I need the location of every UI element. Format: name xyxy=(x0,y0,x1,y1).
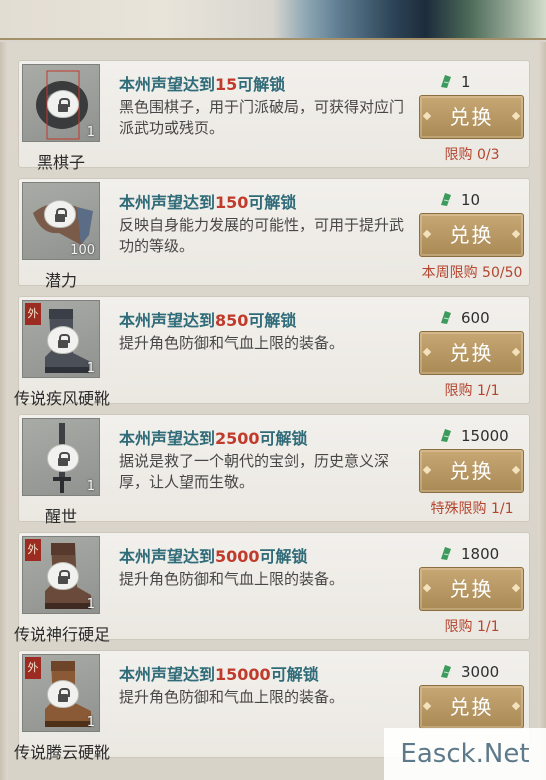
shop-item-row: 1 黑棋子 本州声望达到15可解锁 黑色围棋子，用于门派破局，可获得对应门派武功… xyxy=(18,60,530,172)
shop-item-row: 1 醒世 本州声望达到2500可解锁 据说是救了一个朝代的宝剑，历史意义深厚，让… xyxy=(18,414,530,526)
unlock-requirement: 本州声望达到15可解锁 xyxy=(119,75,286,94)
jade-ticket-icon xyxy=(441,311,451,324)
item-quantity: 1 xyxy=(86,597,95,612)
item-description: 黑色围棋子，用于门派破局，可获得对应门派武功或残页。 xyxy=(119,98,405,137)
jade-ticket-icon xyxy=(441,665,451,678)
panel-right-edge xyxy=(538,42,546,780)
item-description: 据说是救了一个朝代的宝剑，历史意义深厚，让人望而生敬。 xyxy=(119,452,390,491)
tier-badge: 外 xyxy=(25,657,41,679)
exchange-button[interactable]: 兑换 xyxy=(419,331,524,375)
lock-icon xyxy=(48,445,78,471)
tier-badge: 外 xyxy=(25,303,41,325)
item-price: 600 xyxy=(439,309,529,327)
item-icon-slot[interactable]: 外 1 xyxy=(22,536,100,614)
jade-ticket-icon xyxy=(441,193,451,206)
purchase-limit: 特殊限购 1/1 xyxy=(430,501,514,517)
top-scene-banner xyxy=(0,0,546,40)
item-icon-slot[interactable]: 100 xyxy=(22,182,100,260)
item-name: 传说疾风硬靴 xyxy=(13,389,110,408)
exchange-button[interactable]: 兑换 xyxy=(419,213,524,257)
purchase-limit: 本周限购 50/50 xyxy=(421,265,523,281)
item-price: 10 xyxy=(439,191,529,209)
purchase-limit: 限购 1/1 xyxy=(444,619,500,635)
item-description: 提升角色防御和气血上限的装备。 xyxy=(119,570,345,588)
lock-icon xyxy=(48,563,78,589)
watermark: Easck.Net xyxy=(384,728,546,780)
lock-icon xyxy=(45,201,75,227)
exchange-button[interactable]: 兑换 xyxy=(419,449,524,493)
unlock-requirement: 本州声望达到850可解锁 xyxy=(119,311,297,330)
item-name: 传说腾云硬靴 xyxy=(13,743,110,762)
item-icon-slot[interactable]: 1 xyxy=(22,64,100,142)
item-icon-slot[interactable]: 外 1 xyxy=(22,654,100,732)
exchange-button[interactable]: 兑换 xyxy=(419,685,524,729)
shop-item-row: 外 1 传说疾风硬靴 本州声望达到850可解锁 提升角色防御和气血上限的装备。 … xyxy=(14,296,530,408)
exchange-button[interactable]: 兑换 xyxy=(419,95,524,139)
item-price: 1800 xyxy=(439,545,529,563)
item-name: 潜力 xyxy=(44,271,77,290)
purchase-limit: 限购 1/1 xyxy=(444,383,500,399)
item-quantity: 1 xyxy=(86,479,95,494)
shop-item-row: 100 潜力 本州声望达到150可解锁 反映自身能力发展的可能性，可用于提升武功… xyxy=(18,178,530,290)
unlock-requirement: 本州声望达到2500可解锁 xyxy=(119,429,308,448)
jade-ticket-icon xyxy=(441,75,451,88)
lock-icon xyxy=(48,681,78,707)
unlock-requirement: 本州声望达到150可解锁 xyxy=(119,193,297,212)
item-name: 传说神行硬足 xyxy=(13,625,110,644)
tier-badge: 外 xyxy=(25,539,41,561)
item-name: 醒世 xyxy=(44,507,77,526)
unlock-requirement: 本州声望达到15000可解锁 xyxy=(119,665,319,684)
item-quantity: 1 xyxy=(86,715,95,730)
lock-icon xyxy=(48,91,78,117)
item-name: 黑棋子 xyxy=(36,153,85,172)
item-description: 反映自身能力发展的可能性，可用于提升武功的等级。 xyxy=(119,216,405,255)
lock-icon xyxy=(48,327,78,353)
item-icon-slot[interactable]: 1 xyxy=(22,418,100,496)
item-quantity: 1 xyxy=(86,125,95,140)
item-description: 提升角色防御和气血上限的装备。 xyxy=(119,334,345,352)
purchase-limit: 限购 0/3 xyxy=(444,147,500,163)
item-quantity: 1 xyxy=(86,361,95,376)
unlock-requirement: 本州声望达到5000可解锁 xyxy=(119,547,308,566)
item-price: 1 xyxy=(439,73,529,91)
item-icon-slot[interactable]: 外 1 xyxy=(22,300,100,378)
item-quantity: 100 xyxy=(70,243,95,258)
jade-ticket-icon xyxy=(441,429,451,442)
item-price: 3000 xyxy=(439,663,529,681)
item-price: 15000 xyxy=(439,427,529,445)
jade-ticket-icon xyxy=(441,547,451,560)
exchange-button[interactable]: 兑换 xyxy=(419,567,524,611)
shop-item-row: 外 1 传说神行硬足 本州声望达到5000可解锁 提升角色防御和气血上限的装备。… xyxy=(14,532,530,644)
panel-left-edge xyxy=(0,42,8,780)
item-description: 提升角色防御和气血上限的装备。 xyxy=(119,688,345,706)
